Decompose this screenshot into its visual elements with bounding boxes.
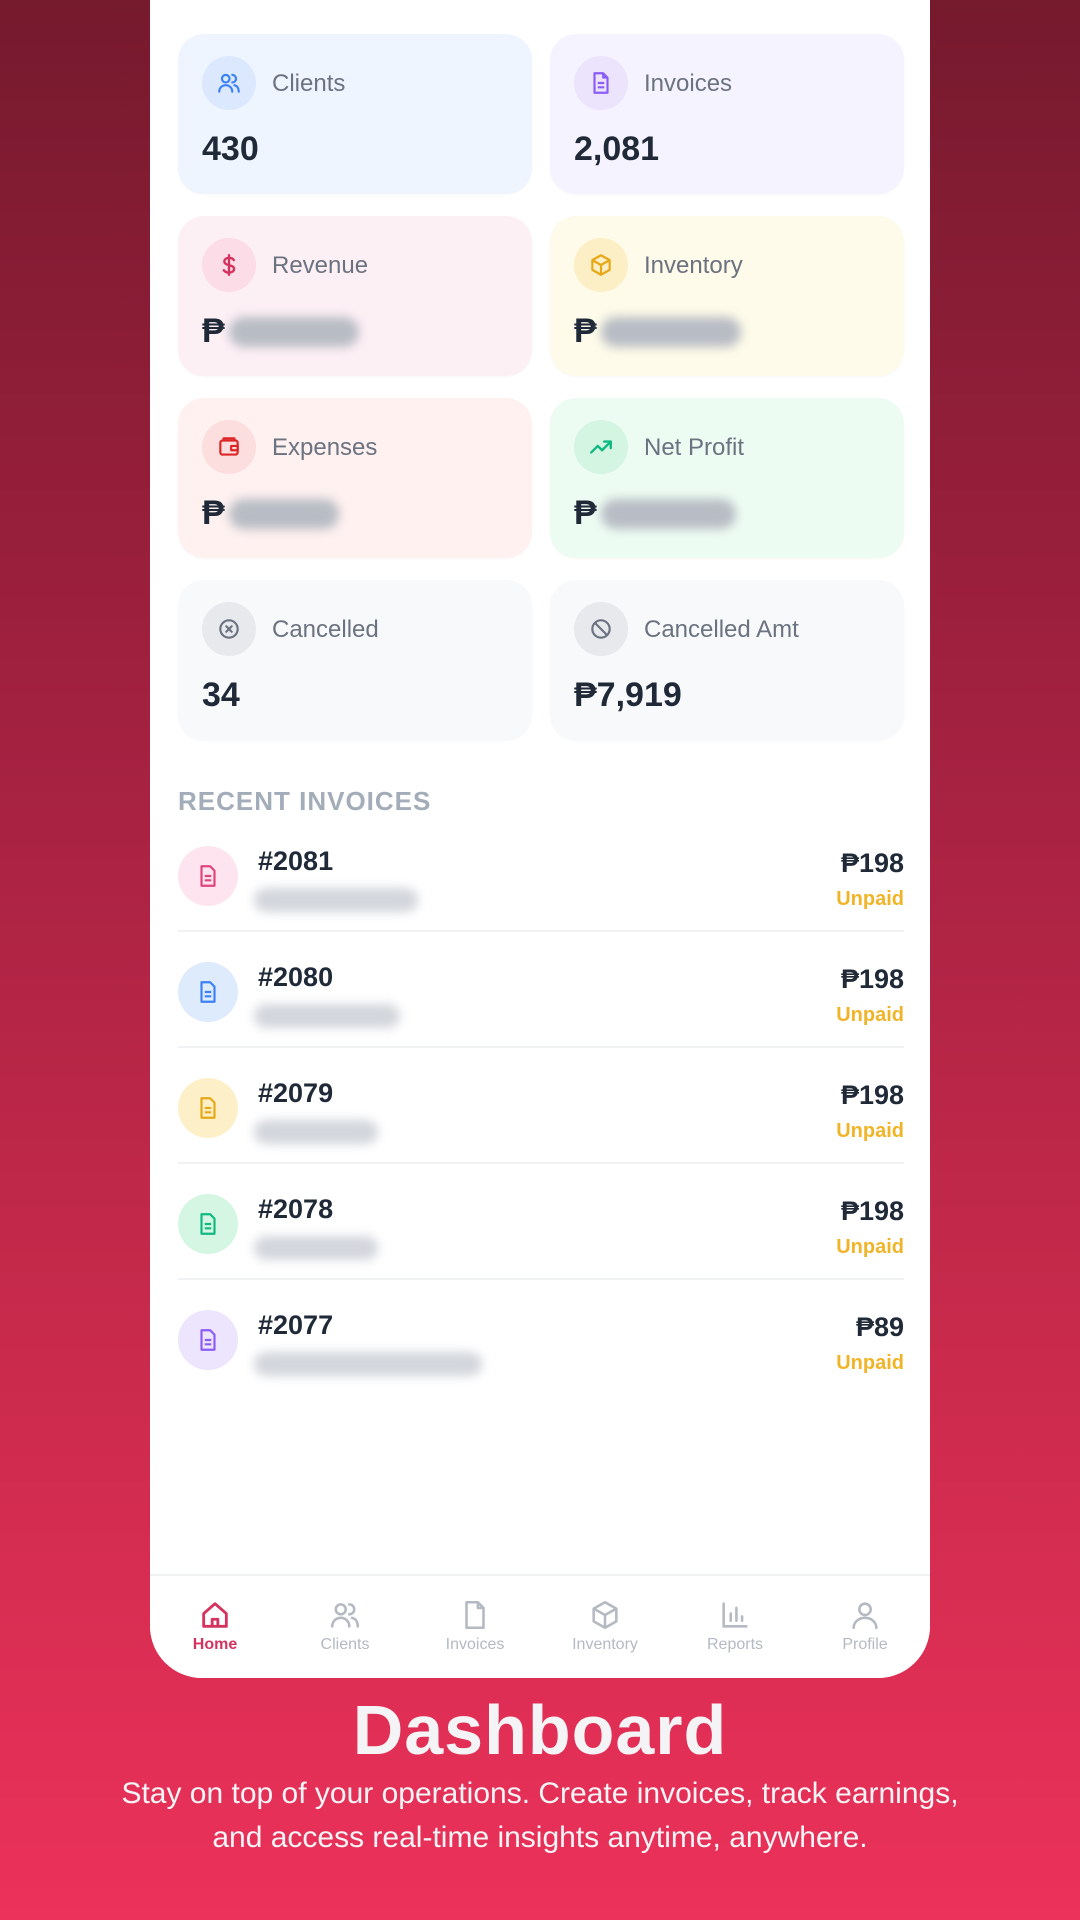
user-icon (852, 1602, 878, 1630)
bottom-nav: Home Clients Invoices Inventory Reports … (150, 1574, 930, 1678)
stat-value-masked: ₱ (574, 312, 741, 351)
stat-label: Cancelled (272, 616, 379, 643)
recent-invoices-list: #2081 ₱198 Unpaid #2080 ₱198 Unpaid #207… (178, 816, 904, 1396)
stat-card-clients[interactable]: Clients 430 (178, 34, 532, 194)
promo-subline: Stay on top of your operations. Create i… (121, 1777, 959, 1854)
ban-icon (574, 602, 628, 656)
x-circle-icon (202, 602, 256, 656)
nav-item-invoices[interactable]: Invoices (410, 1576, 540, 1678)
invoice-row[interactable]: #2081 ₱198 Unpaid (178, 816, 904, 932)
invoice-client-masked (254, 1120, 378, 1144)
stat-card-cancelled-amt[interactable]: Cancelled Amt ₱7,919 (550, 580, 904, 740)
stat-card-inventory[interactable]: Inventory ₱ (550, 216, 904, 376)
invoice-number: #2080 (258, 962, 334, 992)
invoice-client-masked (254, 888, 418, 912)
invoice-amount: ₱198 (840, 848, 904, 878)
nav-label: Home (192, 1636, 238, 1653)
phone-screen: Clients 430 Invoices 2,081 Revenue ₱ Inv… (150, 0, 930, 1678)
bar-chart-icon (722, 1602, 748, 1628)
document-icon (465, 1600, 485, 1630)
invoice-amount: ₱198 (840, 1196, 904, 1226)
invoice-status: Unpaid (836, 1004, 904, 1026)
stat-card-invoices[interactable]: Invoices 2,081 (550, 34, 904, 194)
invoice-icon (178, 962, 238, 1022)
invoice-client-masked (254, 1004, 400, 1028)
invoice-number: #2077 (258, 1310, 334, 1340)
stat-label: Inventory (644, 252, 743, 279)
invoice-icon (178, 1310, 238, 1370)
invoice-number: #2078 (258, 1194, 334, 1224)
stat-value-masked: ₱ (574, 494, 736, 533)
nav-item-clients[interactable]: Clients (280, 1576, 410, 1678)
stat-label: Net Profit (644, 434, 745, 461)
nav-item-reports[interactable]: Reports (670, 1576, 800, 1678)
invoice-amount: ₱89 (855, 1312, 904, 1342)
stat-value-masked: ₱ (202, 494, 339, 533)
invoice-status: Unpaid (836, 1120, 904, 1142)
promo-headline: Dashboard (352, 1691, 728, 1769)
wallet-icon (202, 420, 256, 474)
invoice-status: Unpaid (836, 888, 904, 910)
stat-value: 430 (202, 130, 259, 168)
users-icon (330, 1603, 360, 1628)
invoice-number: #2081 (258, 846, 334, 876)
stat-value: 34 (202, 676, 240, 714)
stat-label: Clients (272, 70, 346, 97)
dollar-icon (202, 238, 256, 292)
invoice-amount: ₱198 (840, 1080, 904, 1110)
invoice-status: Unpaid (836, 1236, 904, 1258)
invoice-client-masked (254, 1352, 482, 1376)
stats-grid: Clients 430 Invoices 2,081 Revenue ₱ Inv… (178, 34, 904, 740)
stat-card-cancelled[interactable]: Cancelled 34 (178, 580, 532, 740)
stat-label: Expenses (272, 434, 378, 461)
stat-label: Revenue (272, 252, 369, 279)
invoice-client-masked (254, 1236, 378, 1260)
nav-item-profile[interactable]: Profile (800, 1576, 930, 1678)
invoice-number: #2079 (258, 1078, 334, 1108)
nav-label: Invoices (445, 1636, 505, 1653)
recent-invoices-title: RECENT INVOICES (178, 786, 432, 816)
invoice-icon (178, 846, 238, 906)
box-icon (592, 1600, 618, 1630)
invoice-icon (178, 1194, 238, 1254)
nav-label: Clients (320, 1636, 370, 1653)
invoice-icon (178, 1078, 238, 1138)
stat-label: Invoices (644, 70, 733, 97)
invoice-row[interactable]: #2078 ₱198 Unpaid (178, 1164, 904, 1280)
nav-label: Profile (842, 1636, 888, 1653)
nav-label: Inventory (572, 1636, 638, 1653)
invoice-status: Unpaid (836, 1352, 904, 1374)
stat-label: Cancelled Amt (644, 616, 799, 643)
home-icon (202, 1602, 228, 1628)
stat-card-revenue[interactable]: Revenue ₱ (178, 216, 532, 376)
invoice-amount: ₱198 (840, 964, 904, 994)
stat-value-masked: ₱ (202, 312, 359, 351)
stat-value: ₱7,919 (574, 676, 682, 714)
invoice-row[interactable]: #2080 ₱198 Unpaid (178, 932, 904, 1048)
box-icon (574, 238, 628, 292)
stat-card-expenses[interactable]: Expenses ₱ (178, 398, 532, 558)
nav-label: Reports (706, 1636, 764, 1653)
stat-card-net-profit[interactable]: Net Profit ₱ (550, 398, 904, 558)
nav-item-home[interactable]: Home (150, 1576, 280, 1678)
invoice-row[interactable]: #2077 ₱89 Unpaid (178, 1280, 904, 1396)
users-icon (202, 56, 256, 110)
stat-value: 2,081 (574, 130, 660, 168)
document-icon (574, 56, 628, 110)
nav-item-inventory[interactable]: Inventory (540, 1576, 670, 1678)
invoice-row[interactable]: #2079 ₱198 Unpaid (178, 1048, 904, 1164)
trending-up-icon (574, 420, 628, 474)
